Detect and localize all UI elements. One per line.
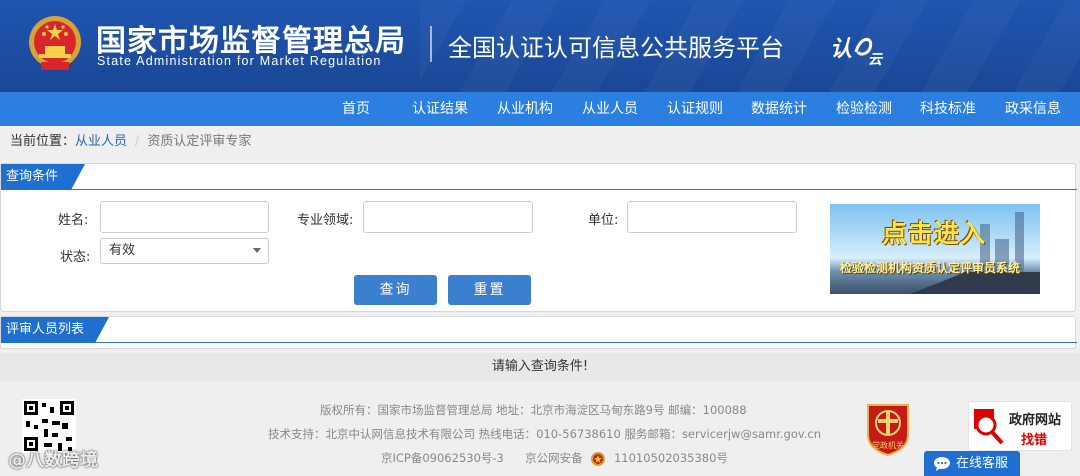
reviewer-list-panel: 评审人员列表 <box>0 316 1077 349</box>
police-badge-icon <box>591 451 606 466</box>
breadcrumb-current: 资质认定评审专家 <box>147 134 252 149</box>
banner-sub-text: 检验检测机构资质认定评审员系统 <box>840 261 1021 275</box>
police-label: 京公网安备 <box>525 451 583 465</box>
footer-icp: 京ICP备09062530号-3 京公网安备 11010502035380号 <box>381 450 728 467</box>
query-panel-title: 查询条件 <box>1 164 85 190</box>
empty-result-message: 请输入查询条件! <box>0 353 1080 381</box>
unit-label: 单位: <box>588 213 619 228</box>
gov-website-findbug[interactable]: 政府网站 找错 <box>968 401 1072 451</box>
footer-tech-support: 技术支持：北京中认网信息技术有限公司 热线电话：010-56738610 服务邮… <box>268 427 822 441</box>
gov-findbug-line1: 政府网站 <box>1009 413 1062 428</box>
svg-text:认: 认 <box>830 37 852 62</box>
banner-main-text: 点击进入 <box>882 219 987 248</box>
chevron-down-icon <box>253 248 261 253</box>
police-number[interactable]: 11010502035380号 <box>614 451 728 465</box>
reset-button[interactable]: 重置 <box>448 275 531 305</box>
name-label: 姓名: <box>58 213 89 228</box>
footer-copyright: 版权所有：国家市场监督管理总局 地址：北京市海淀区马甸东路9号 邮编：10008… <box>320 403 747 417</box>
national-emblem-icon <box>29 16 81 70</box>
nav-item-procurement[interactable]: 政采信息 <box>1005 92 1061 126</box>
online-service-button[interactable]: 在线客服 <box>924 451 1020 476</box>
name-input[interactable] <box>100 201 269 233</box>
status-select-value: 有效 <box>109 243 136 258</box>
list-panel-title: 评审人员列表 <box>1 317 109 343</box>
list-panel-header: 评审人员列表 <box>1 317 1077 343</box>
nav-item-tech-standards[interactable]: 科技标准 <box>920 92 976 126</box>
nav-item-cert-rules[interactable]: 认证规则 <box>667 92 723 126</box>
nav-item-inspection[interactable]: 检验检测 <box>836 92 892 126</box>
platform-logo: 认 云 <box>830 30 890 72</box>
site-header: 国家市场监督管理总局 State Administration for Mark… <box>0 0 1080 92</box>
breadcrumb-parent-link[interactable]: 从业人员 <box>75 134 127 149</box>
nav-item-cert-results[interactable]: 认证结果 <box>412 92 468 126</box>
qr-code-icon <box>22 399 76 453</box>
nav-item-institutions[interactable]: 从业机构 <box>497 92 553 126</box>
title-divider <box>430 26 432 62</box>
icp-number[interactable]: 京ICP备09062530号-3 <box>381 451 504 465</box>
nav-item-personnel[interactable]: 从业人员 <box>582 92 638 126</box>
party-government-badge-icon[interactable]: 党政机关 <box>864 401 912 457</box>
professional-field-input[interactable] <box>363 201 533 233</box>
agency-name-en: State Administration for Market Regulati… <box>97 54 382 68</box>
cloud-logo-icon: 认 云 <box>830 37 884 68</box>
main-nav: 首页 认证结果 从业机构 从业人员 认证规则 数据统计 检验检测 科技标准 政采… <box>0 92 1080 126</box>
watermark-text: @八数跨境 <box>8 450 98 471</box>
reviewer-system-banner[interactable]: 点击进入 检验检测机构资质认定评审员系统 <box>830 204 1040 294</box>
field-label: 专业领域: <box>297 213 354 228</box>
party-badge-text: 党政机关 <box>872 440 904 450</box>
breadcrumb: 当前位置：从业人员 / 资质认定评审专家 <box>0 126 1080 160</box>
status-select[interactable]: 有效 <box>100 238 269 264</box>
breadcrumb-separator: / <box>135 134 140 149</box>
chat-bubble-icon <box>934 457 950 471</box>
search-button[interactable]: 查询 <box>354 275 437 305</box>
svg-text:云: 云 <box>868 52 884 66</box>
unit-input[interactable] <box>627 201 797 233</box>
gov-findbug-line2: 找错 <box>1021 433 1048 448</box>
nav-item-statistics[interactable]: 数据统计 <box>751 92 807 126</box>
nav-item-home[interactable]: 首页 <box>342 92 370 126</box>
online-service-label: 在线客服 <box>956 456 1009 471</box>
magnifier-icon <box>974 409 1004 445</box>
status-label: 状态: <box>60 250 91 265</box>
platform-title: 全国认证认可信息公共服务平台 <box>448 34 784 62</box>
query-panel-header: 查询条件 <box>1 164 1077 190</box>
breadcrumb-label: 当前位置： <box>10 134 76 149</box>
